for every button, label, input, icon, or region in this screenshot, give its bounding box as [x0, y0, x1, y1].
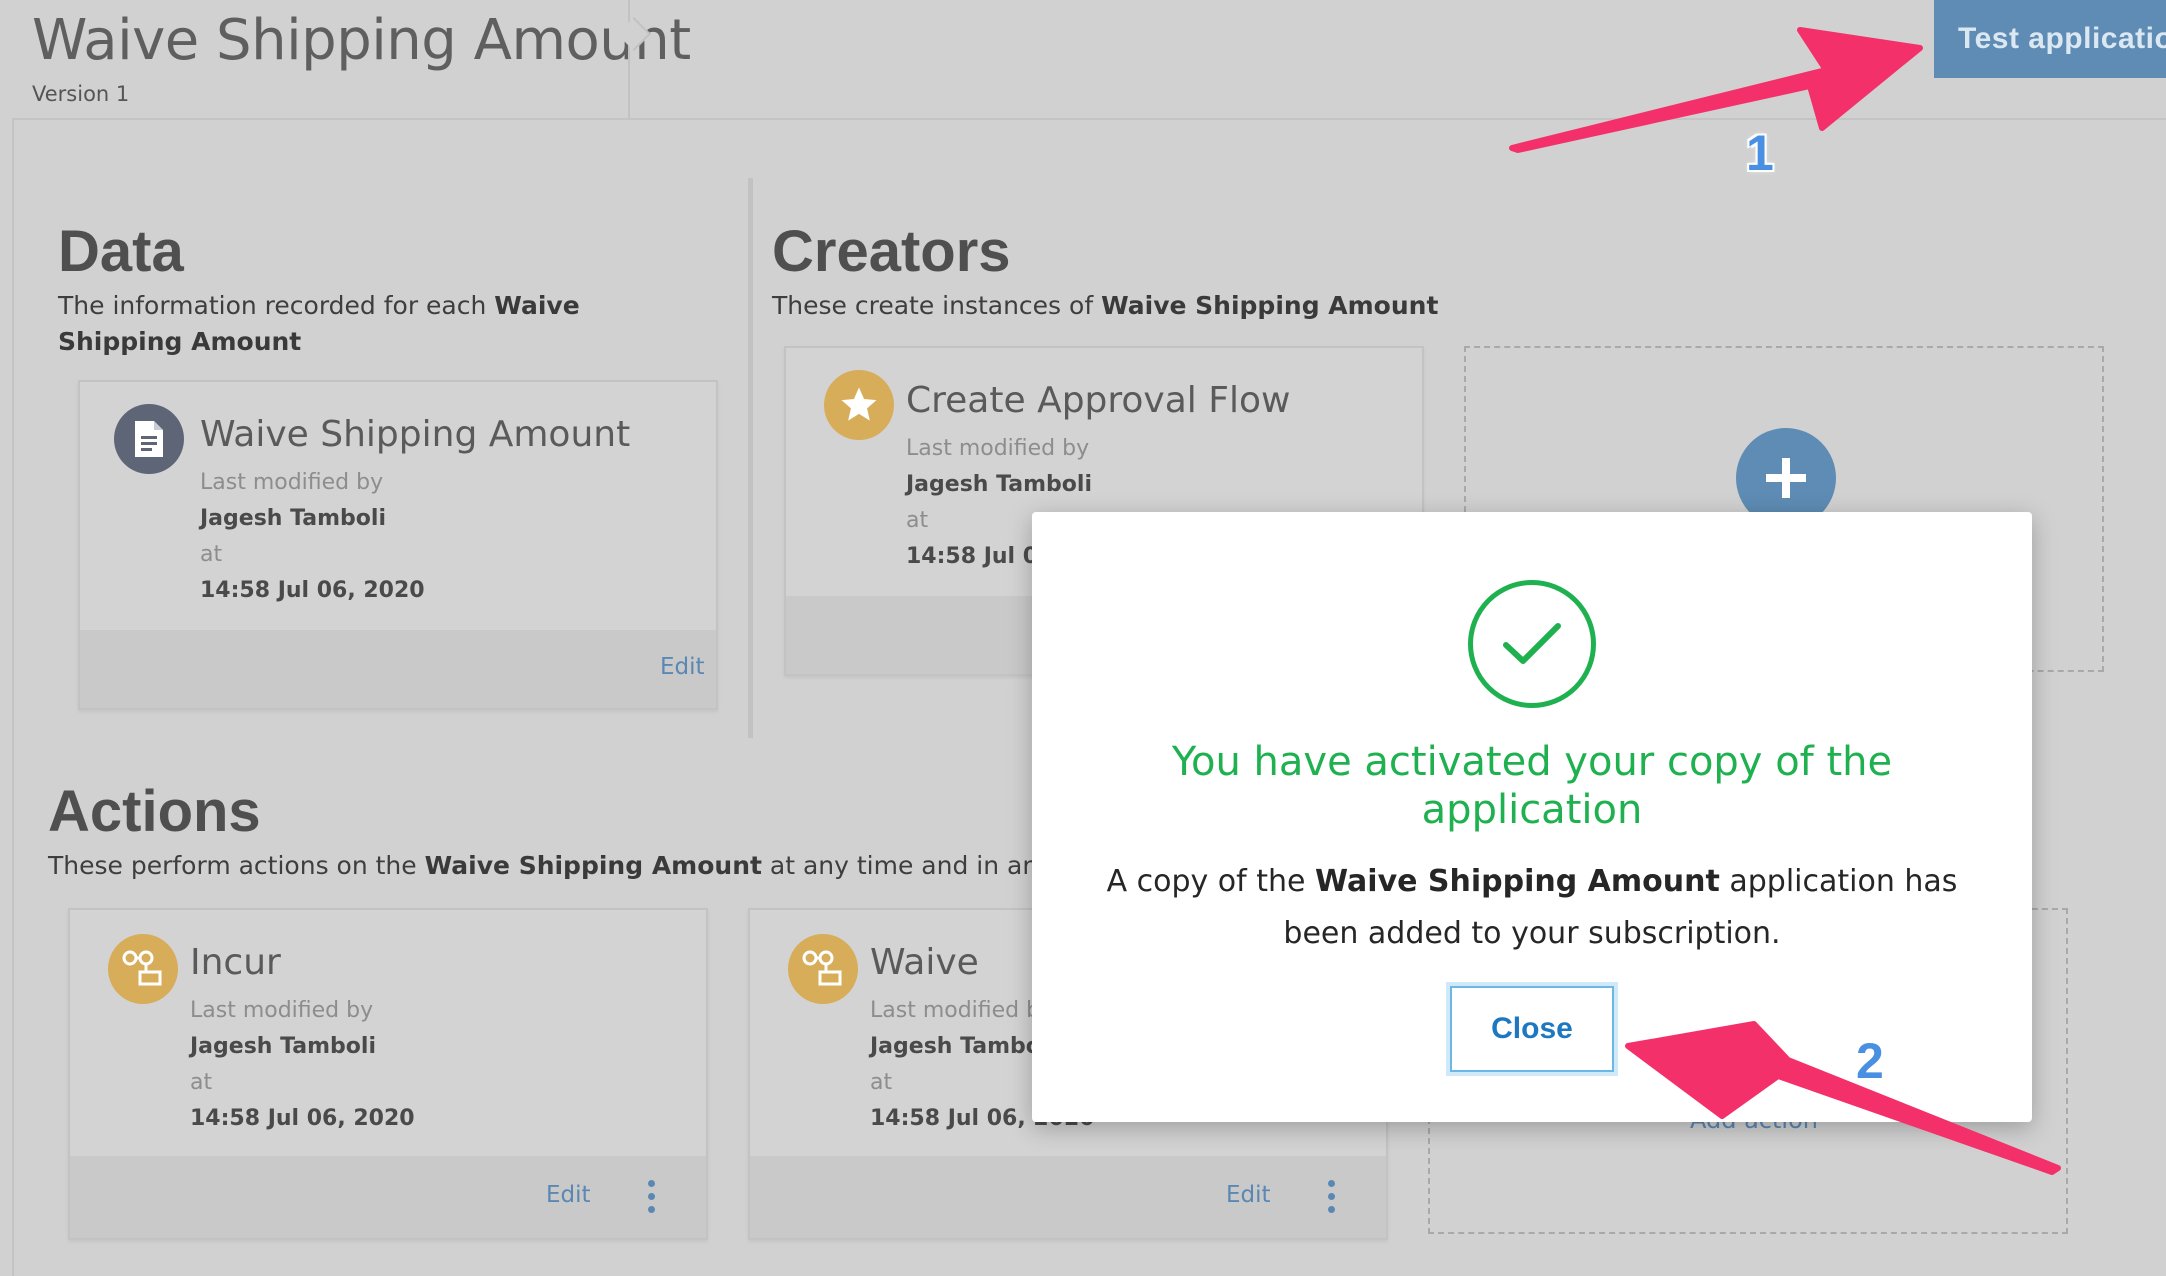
at-label: at — [200, 542, 223, 567]
card-title: Incur — [190, 942, 281, 983]
modified-label: Last modified by — [200, 470, 384, 495]
modified-label: Last modified by — [870, 998, 1054, 1023]
workflow-icon — [788, 934, 858, 1004]
data-card: Waive Shipping Amount Last modified by J… — [78, 380, 718, 710]
action-card-incur: Incur Last modified by Jagesh Tamboli at… — [68, 908, 708, 1240]
modified-label: Last modified by — [190, 998, 374, 1023]
edit-link[interactable]: Edit — [660, 654, 705, 680]
dialog-message: A copy of the Waive Shipping Amount appl… — [1106, 864, 1958, 951]
card-footer — [80, 630, 716, 708]
annotation-number-1: 1 — [1746, 125, 1774, 181]
annotation-number-2: 2 — [1856, 1033, 1884, 1089]
creators-section-title: Creators — [772, 219, 1011, 284]
modified-by: Jagesh Tamboli — [870, 1034, 1057, 1059]
page-title: Waive Shipping Amount — [32, 8, 691, 73]
dialog-heading: You have activated your copy of the appl… — [1171, 739, 1893, 833]
card-title: Create Approval Flow — [906, 380, 1291, 421]
card-title: Waive Shipping Amount — [200, 414, 631, 455]
version-label: Version 1 — [32, 82, 130, 106]
section-divider — [748, 178, 753, 738]
card-footer — [750, 1156, 1386, 1238]
document-icon — [114, 404, 184, 474]
edit-link[interactable]: Edit — [1226, 1182, 1271, 1208]
card-footer — [70, 1156, 706, 1238]
data-section-title: Data — [58, 219, 184, 284]
at-label: at — [906, 508, 929, 533]
at-label: at — [870, 1070, 893, 1095]
data-section-description: The information recorded for each Waive … — [58, 291, 580, 356]
close-button[interactable]: Close — [1450, 986, 1614, 1072]
modified-timestamp: 14:58 Jul 06, 2020 — [190, 1106, 415, 1131]
modified-by: Jagesh Tamboli — [190, 1034, 377, 1059]
test-application-button[interactable]: Test application — [1934, 0, 2166, 78]
workflow-icon — [108, 934, 178, 1004]
header-divider — [628, 0, 630, 118]
modified-by: Jagesh Tamboli — [906, 472, 1093, 497]
modified-by: Jagesh Tamboli — [200, 506, 387, 531]
at-label: at — [190, 1070, 213, 1095]
actions-section-title: Actions — [48, 779, 261, 844]
more-options-icon[interactable] — [646, 1180, 656, 1220]
check-icon — [1468, 580, 1596, 708]
card-title: Waive — [870, 942, 979, 983]
star-icon — [824, 370, 894, 440]
modified-label: Last modified by — [906, 436, 1090, 461]
actions-section-description: These perform actions on the Waive Shipp… — [48, 851, 1128, 880]
more-options-icon[interactable] — [1326, 1180, 1336, 1220]
activation-dialog: You have activated your copy of the appl… — [1032, 512, 2032, 1122]
edit-link[interactable]: Edit — [546, 1182, 591, 1208]
creators-section-description: These create instances of Waive Shipping… — [772, 291, 1439, 320]
modified-timestamp: 14:58 Jul 06, 2020 — [200, 578, 425, 603]
